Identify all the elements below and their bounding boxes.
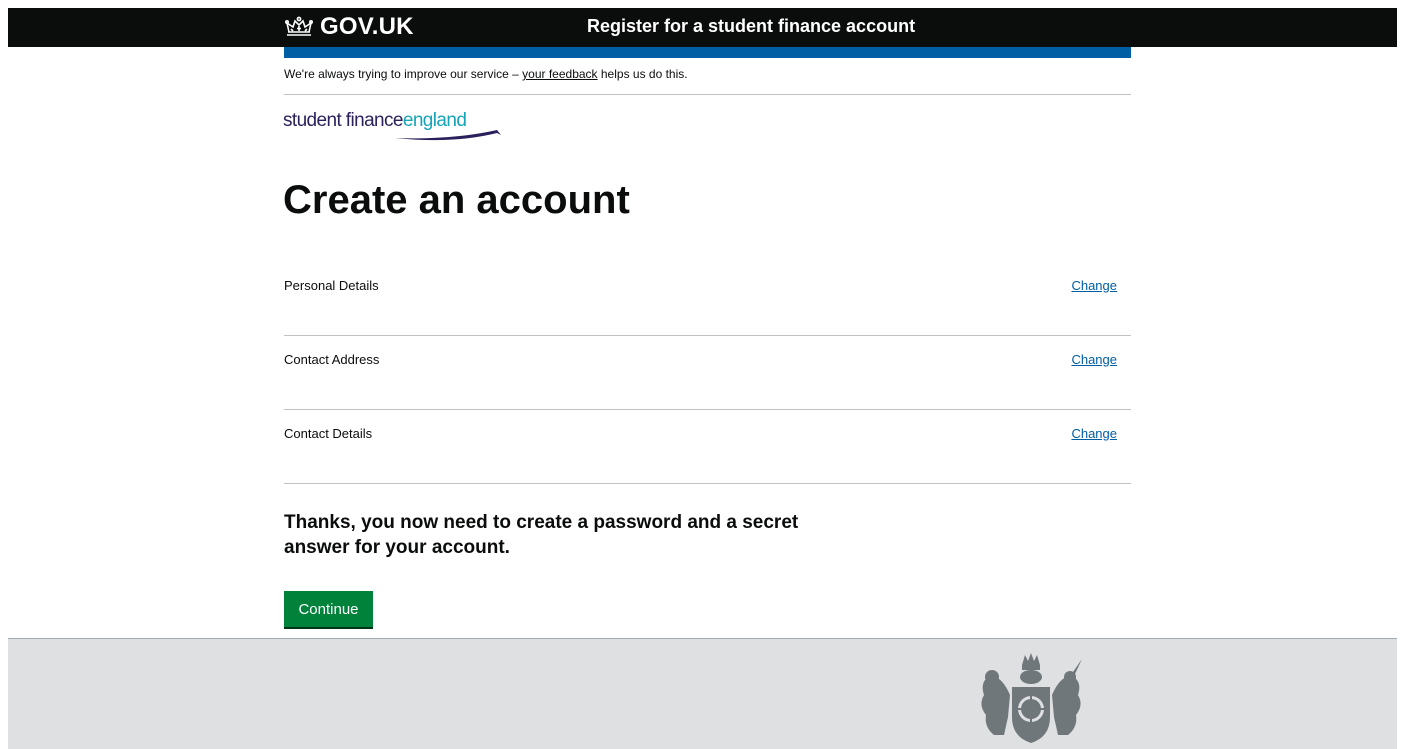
feedback-prefix: We're always trying to improve our servi… <box>284 67 523 81</box>
page-footer <box>8 638 1397 749</box>
govuk-logo-link[interactable]: GOV.UK <box>284 13 414 41</box>
summary-row-label: Contact Address <box>284 352 380 367</box>
service-name[interactable]: Register for a student finance account <box>587 16 915 37</box>
change-personal-details-link[interactable]: Change <box>1071 278 1117 293</box>
header-blue-bar <box>284 47 1131 58</box>
crown-icon <box>284 16 313 36</box>
sfe-swoosh-icon <box>395 130 501 141</box>
govuk-logo-text: GOV.UK <box>320 13 414 40</box>
feedback-suffix: helps us do this. <box>597 67 688 81</box>
continue-button[interactable]: Continue <box>284 591 373 627</box>
next-step-message: Thanks, you now need to create a passwor… <box>284 512 799 558</box>
summary-row-label: Contact Details <box>284 426 373 441</box>
sfe-logo[interactable]: student financeengland <box>283 110 505 142</box>
summary-row-contact-address: Contact Address Change <box>284 336 1131 410</box>
feedback-link[interactable]: your feedback <box>522 67 597 81</box>
summary-row-label: Personal Details <box>284 278 379 293</box>
change-contact-address-link[interactable]: Change <box>1071 352 1117 367</box>
page-title: Create an account <box>283 178 630 222</box>
change-contact-details-link[interactable]: Change <box>1071 426 1117 441</box>
feedback-banner: We're always trying to improve our servi… <box>284 67 1131 95</box>
summary-row-contact-details: Contact Details Change <box>284 410 1131 484</box>
govuk-header: GOV.UK Register for a student finance ac… <box>8 8 1397 47</box>
summary-list: Personal Details Change Contact Address … <box>284 262 1131 484</box>
sfe-logo-word-student-finance: student finance <box>283 110 403 131</box>
summary-row-personal-details: Personal Details Change <box>284 262 1131 336</box>
royal-coat-of-arms-icon <box>981 653 1082 743</box>
